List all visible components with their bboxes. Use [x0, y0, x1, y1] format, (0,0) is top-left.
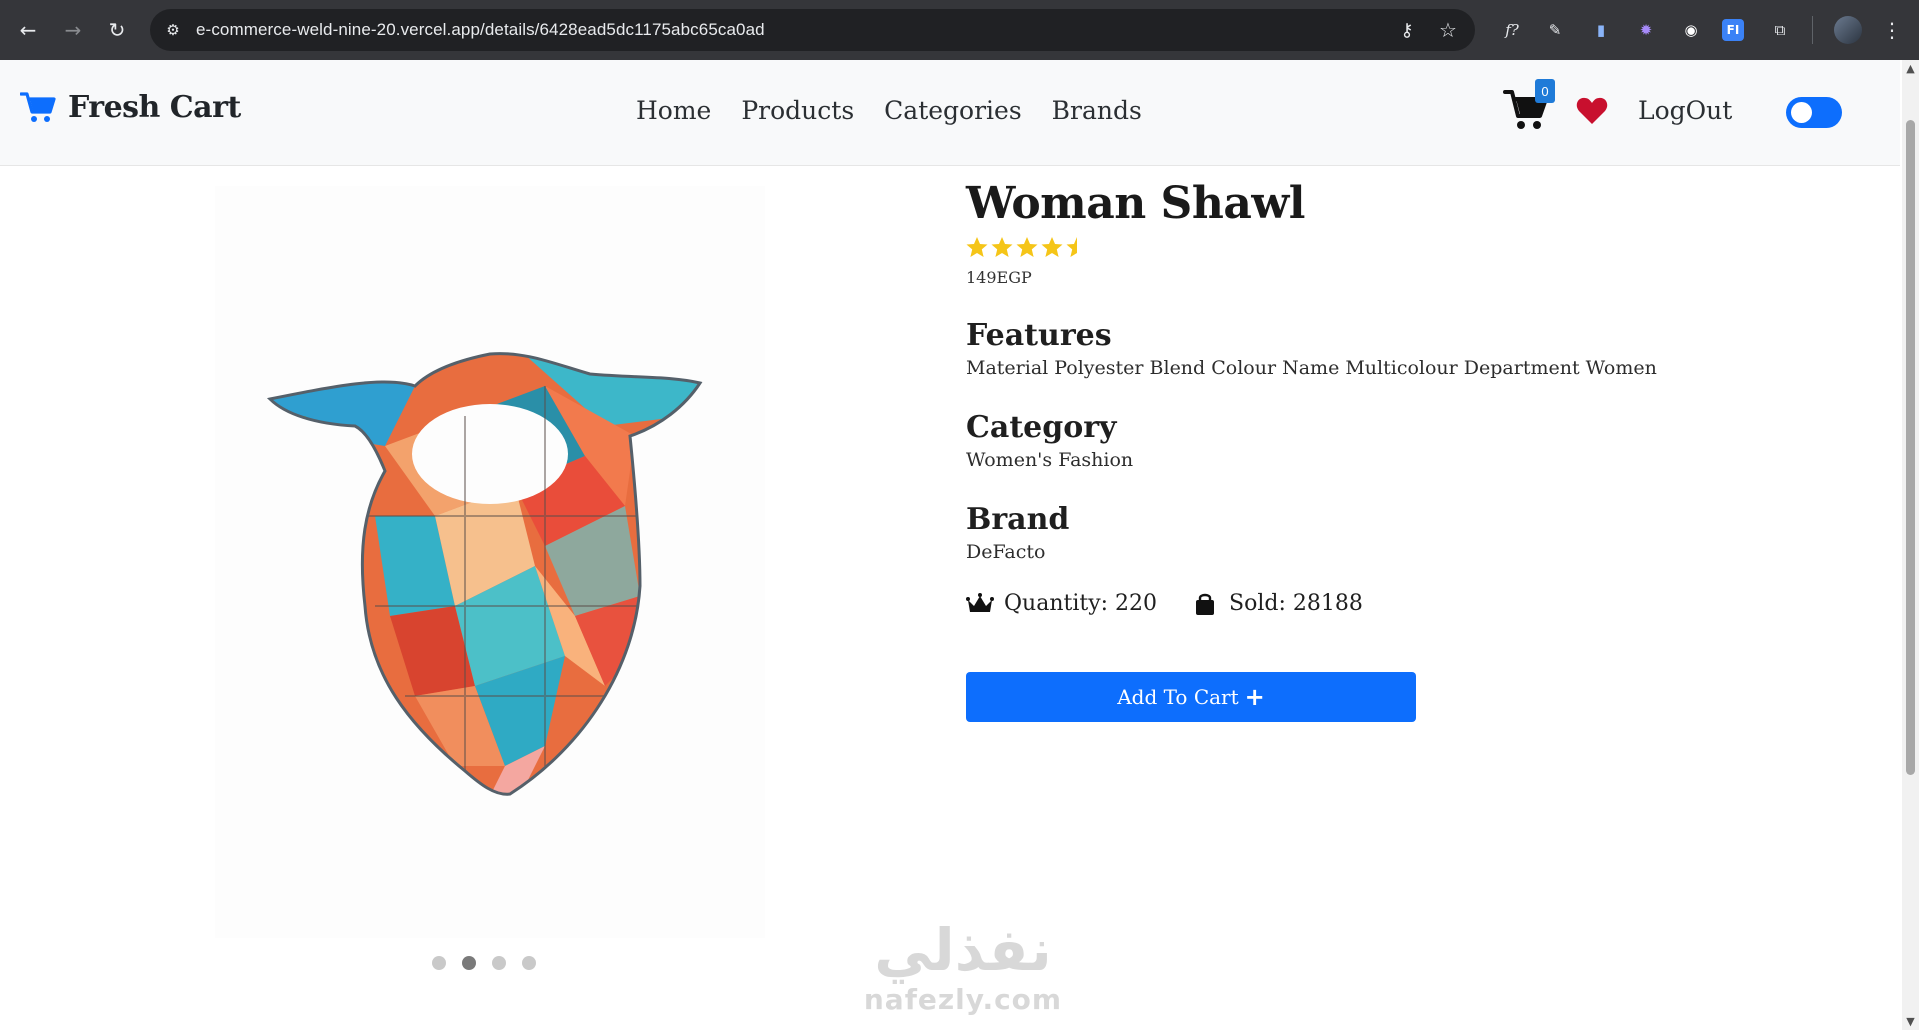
- features-text: Material Polyester Blend Colour Name Mul…: [966, 357, 1657, 379]
- watermark-arabic: نفذلي: [874, 916, 1052, 984]
- slider-dot[interactable]: [492, 956, 506, 970]
- plus-icon: +: [1244, 683, 1265, 711]
- slider-dot[interactable]: [432, 956, 446, 970]
- star-full-icon: [1016, 237, 1038, 257]
- eyedropper-extension-icon[interactable]: ✎: [1541, 16, 1569, 44]
- nav-link-products[interactable]: Products: [741, 96, 854, 125]
- forward-icon[interactable]: →: [57, 14, 89, 46]
- quantity-text: Quantity: 220: [1004, 591, 1158, 616]
- star-full-icon: [1041, 237, 1063, 257]
- crown-icon: [966, 592, 994, 612]
- star-full-icon: [966, 237, 988, 257]
- slider-dot[interactable]: [522, 956, 536, 970]
- scroll-up-icon[interactable]: ▲: [1902, 60, 1919, 77]
- brand-heading: Brand: [966, 502, 1070, 537]
- star-icon[interactable]: ☆: [1436, 18, 1460, 42]
- docs-extension-icon[interactable]: ▮: [1587, 16, 1615, 44]
- brand-logo[interactable]: Fresh Cart: [20, 90, 241, 125]
- star-half-icon: [1066, 237, 1077, 257]
- page-scrollbar[interactable]: ▲ ▼: [1902, 60, 1919, 1030]
- product-stats: Quantity: 220 Sold: 28188: [966, 591, 1666, 616]
- features-heading: Features: [966, 318, 1112, 353]
- brand-text: DeFacto: [966, 541, 1046, 563]
- site-info-icon[interactable]: ⚙: [162, 19, 184, 41]
- watermark-latin: nafezly.com: [863, 983, 1063, 1016]
- rating-stars: [966, 236, 1666, 262]
- browser-toolbar: ← → ↻ ⚙ e-commerce-weld-nine-20.vercel.a…: [0, 0, 1919, 60]
- product-details: Woman Shawl 149EGP Features Material Pol…: [966, 178, 1666, 722]
- toolbar-divider: [1812, 16, 1813, 44]
- main-menu: Home Products Categories Brands: [636, 96, 1142, 125]
- cart-button[interactable]: 0: [1503, 79, 1555, 132]
- sold-text: Sold: 28188: [1229, 591, 1363, 616]
- product-title: Woman Shawl: [966, 178, 1305, 229]
- address-bar[interactable]: ⚙ e-commerce-weld-nine-20.vercel.app/det…: [150, 9, 1475, 51]
- site-navbar: Fresh Cart Home Products Categories Bran…: [0, 60, 1900, 166]
- watermark: نفذلي nafezly.com: [848, 916, 1078, 1016]
- url-text[interactable]: e-commerce-weld-nine-20.vercel.app/detai…: [196, 20, 765, 40]
- fi-extension-icon[interactable]: FI: [1722, 19, 1744, 41]
- product-image-slider[interactable]: [215, 186, 765, 938]
- dark-mode-toggle[interactable]: [1786, 97, 1842, 128]
- category-text: Women's Fashion: [966, 449, 1134, 471]
- slider-dot[interactable]: [462, 956, 476, 970]
- heart-icon[interactable]: [1576, 96, 1608, 126]
- circle-extension-icon[interactable]: ◉: [1677, 16, 1705, 44]
- scrollbar-thumb[interactable]: [1906, 120, 1915, 775]
- nav-link-categories[interactable]: Categories: [884, 96, 1022, 125]
- profile-avatar[interactable]: [1834, 16, 1862, 44]
- cart-count-badge: 0: [1535, 79, 1555, 103]
- add-to-cart-button[interactable]: Add To Cart +: [966, 672, 1416, 722]
- scroll-down-icon[interactable]: ▼: [1902, 1013, 1919, 1030]
- category-heading: Category: [966, 410, 1117, 445]
- key-icon[interactable]: ⚷: [1395, 18, 1419, 42]
- nav-link-home[interactable]: Home: [636, 96, 711, 125]
- reload-icon[interactable]: ↻: [101, 14, 133, 46]
- logout-link[interactable]: LogOut: [1638, 96, 1732, 125]
- add-to-cart-label: Add To Cart: [1117, 685, 1239, 709]
- shopping-bag-icon: [1196, 593, 1215, 615]
- puzzle-extension-icon[interactable]: ⧉: [1766, 16, 1794, 44]
- star-full-icon: [991, 237, 1013, 257]
- quantity-stat: Quantity: 220: [966, 591, 1157, 616]
- brand-name: Fresh Cart: [68, 90, 241, 125]
- back-icon[interactable]: ←: [12, 14, 44, 46]
- scarf-image: [266, 352, 703, 796]
- cart-icon: [20, 91, 56, 122]
- menu-kebab-icon[interactable]: ⋮: [1882, 16, 1902, 44]
- sold-stat: Sold: 28188: [1191, 591, 1363, 616]
- nav-link-brands[interactable]: Brands: [1052, 96, 1142, 125]
- slider-dots: [432, 956, 536, 970]
- gear-extension-icon[interactable]: ✹: [1632, 16, 1660, 44]
- product-price: 149EGP: [966, 268, 1032, 287]
- font-extension-icon[interactable]: f?: [1498, 16, 1526, 44]
- toggle-knob: [1791, 102, 1812, 123]
